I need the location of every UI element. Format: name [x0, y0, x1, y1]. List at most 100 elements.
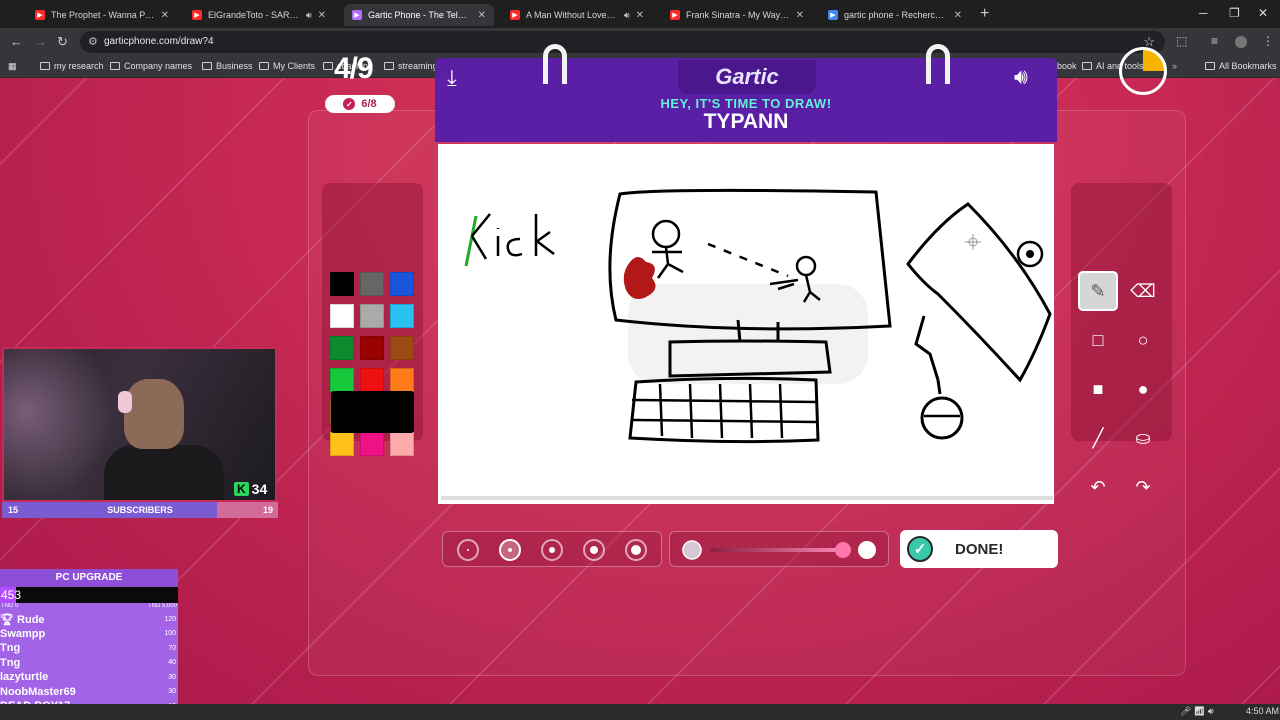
color-swatch[interactable]	[330, 368, 354, 392]
reload-icon[interactable]: ↻	[57, 34, 68, 50]
donation-goal-bar: 453	[0, 587, 178, 603]
brush-size-option[interactable]	[625, 539, 647, 561]
donation-goal-widget: PC UPGRADE 453 TND 0 TND 5,000 🏆︎ Rude 12…	[0, 569, 178, 720]
color-swatch[interactable]	[360, 368, 384, 392]
color-swatch[interactable]	[330, 272, 354, 296]
redo-icon[interactable]: ↷	[1123, 467, 1163, 507]
close-tab-icon[interactable]: ✕	[796, 10, 804, 21]
menu-icon[interactable]: ⋮	[1262, 34, 1274, 48]
donor-name: Tng	[0, 656, 21, 669]
color-swatch[interactable]	[360, 272, 384, 296]
favicon-icon: ▶	[352, 10, 362, 20]
drawn-stroke	[623, 257, 656, 299]
color-swatch[interactable]	[390, 368, 414, 392]
bookmark-item[interactable]: Business	[202, 61, 253, 71]
color-swatch[interactable]	[360, 304, 384, 328]
undo-icon[interactable]: ↶	[1078, 467, 1118, 507]
taskbar: 🎤︎ 📶︎ 🔊︎ 4:50 AM	[0, 704, 1280, 720]
ring-light-glow	[4, 349, 114, 500]
color-swatch[interactable]	[390, 272, 414, 296]
browser-tab[interactable]: ▶ Gartic Phone - The Telepho ✕	[344, 4, 494, 26]
apps-grid-icon[interactable]: ▦	[8, 61, 17, 72]
tab-title: The Prophet - Wanna Play - Yo	[51, 10, 155, 20]
browser-tab[interactable]: ▶ A Man Without Love LYRICS Vi 🔊︎ ✕	[502, 4, 652, 26]
brush-size-option[interactable]	[457, 539, 479, 561]
line-icon[interactable]: ╱	[1078, 418, 1118, 458]
kick-logo-icon: K	[234, 482, 249, 496]
close-tab-icon[interactable]: ✕	[318, 10, 326, 21]
restore-icon[interactable]: ❐	[1229, 6, 1240, 20]
prompt-name: TYPANN	[703, 110, 789, 133]
media-controls-icon[interactable]: ≡	[1211, 34, 1218, 48]
close-tab-icon[interactable]: ✕	[636, 10, 644, 21]
color-swatch[interactable]	[390, 304, 414, 328]
color-swatch[interactable]	[390, 336, 414, 360]
color-swatch[interactable]	[360, 336, 384, 360]
bucket-icon[interactable]: ⛀	[1123, 418, 1163, 458]
drawing-canvas[interactable]	[438, 144, 1054, 504]
tab-strip: ▶ The Prophet - Wanna Play - Yo ✕ ▶ ElGrande…	[0, 0, 1280, 28]
close-tab-icon[interactable]: ✕	[161, 10, 169, 21]
donor-name: Tng	[0, 642, 21, 655]
drawn-stroke	[628, 376, 820, 444]
done-button[interactable]: ✓ DONE!	[900, 530, 1058, 568]
bookmark-item[interactable]: My Clients	[259, 61, 315, 71]
color-swatch[interactable]	[330, 336, 354, 360]
bookmark-item[interactable]: my research	[40, 61, 104, 71]
close-tab-icon[interactable]: ✕	[478, 10, 486, 21]
canvas-page-edge	[441, 488, 1053, 500]
drawn-stroke	[914, 315, 942, 395]
folder-icon	[384, 62, 394, 70]
brush-size-option[interactable]	[541, 539, 563, 561]
trophy-icon: 🏆︎	[0, 613, 18, 626]
close-window-icon[interactable]: ✕	[1258, 6, 1268, 20]
players-done-badge: ✓ 6/8	[325, 95, 395, 113]
folder-icon	[259, 62, 269, 70]
site-info-icon[interactable]: ⚙	[88, 35, 98, 48]
donation-goal-range: TND 0 TND 5,000	[1, 603, 177, 609]
streamer-body	[104, 445, 224, 500]
browser-tab[interactable]: ▶ gartic phone - Recherche Goog ✕	[820, 4, 970, 26]
back-icon[interactable]: ←	[10, 34, 23, 49]
favicon-icon: ▶	[192, 10, 202, 20]
pencil-icon[interactable]: ✎	[1078, 271, 1118, 311]
omnibox[interactable]: ⚙ garticphone.com/draw?4 ☆	[80, 31, 1165, 53]
brush-size-option[interactable]	[499, 539, 521, 561]
drawn-stroke	[707, 242, 789, 278]
color-swatch[interactable]	[330, 304, 354, 328]
minimize-icon[interactable]: ─	[1199, 6, 1208, 20]
rectangle-outline-icon[interactable]: □	[1078, 320, 1118, 360]
folder-icon	[1082, 62, 1092, 70]
tab-audio-icon[interactable]: 🔊︎	[624, 10, 630, 21]
extensions-icon[interactable]: ⬚	[1176, 34, 1187, 48]
tray-icons[interactable]: 🎤︎ 📶︎ 🔊︎	[1180, 706, 1214, 717]
profile-avatar[interactable]	[1235, 36, 1247, 48]
download-icon[interactable]: ⤓	[447, 65, 457, 91]
color-swatch[interactable]	[360, 432, 384, 456]
tab-title: ElGrandeToto - SARCELLES	[208, 10, 300, 20]
url-text[interactable]: garticphone.com/draw?4	[104, 36, 214, 47]
close-tab-icon[interactable]: ✕	[954, 10, 962, 21]
bookmark-item[interactable]: Company names	[110, 61, 192, 71]
tab-audio-icon[interactable]: 🔊︎	[306, 10, 312, 21]
forward-icon[interactable]: →	[34, 34, 47, 49]
browser-tab[interactable]: ▶ ElGrandeToto - SARCELLES 🔊︎ ✕	[184, 4, 334, 26]
opacity-slider[interactable]	[670, 532, 890, 568]
favicon-icon: ▶	[510, 10, 520, 20]
bookmarks-overflow-icon[interactable]: »	[1172, 61, 1177, 71]
circle-fill-icon[interactable]: ●	[1123, 369, 1163, 409]
donor-name: NoobMaster69	[0, 685, 76, 698]
sound-icon[interactable]: 🔊︎	[1014, 64, 1028, 90]
rectangle-fill-icon[interactable]: ■	[1078, 369, 1118, 409]
browser-tab[interactable]: ▶ The Prophet - Wanna Play - Yo ✕	[27, 4, 177, 26]
donor-amount: 30	[168, 688, 176, 696]
eraser-icon[interactable]: ⌫	[1123, 271, 1163, 311]
all-bookmarks[interactable]: All Bookmarks	[1205, 61, 1277, 71]
donor-amount: 40	[168, 659, 176, 667]
new-tab-icon[interactable]: +	[980, 5, 989, 23]
circle-outline-icon[interactable]: ○	[1123, 320, 1163, 360]
color-swatch[interactable]	[330, 432, 354, 456]
browser-tab[interactable]: ▶ Frank Sinatra - My Way - YouTu ✕	[662, 4, 812, 26]
color-swatch[interactable]	[390, 432, 414, 456]
brush-size-option[interactable]	[583, 539, 605, 561]
